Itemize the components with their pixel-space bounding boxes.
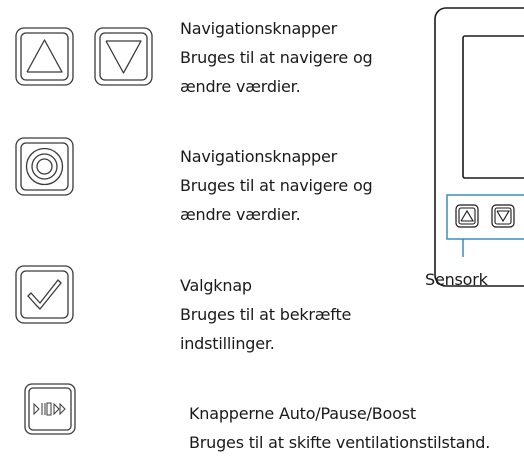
select-button[interactable] [15, 265, 74, 324]
sensor-down-button[interactable] [491, 204, 515, 228]
sensor-up-button[interactable] [455, 204, 479, 228]
legend-line: Bruges til at navigere og [180, 48, 373, 67]
concentric-circle-icon [15, 137, 74, 196]
legend-item-2: Navigationsknapper Bruges til at naviger… [180, 142, 373, 229]
sensor-label: Sensork [425, 270, 488, 289]
legend-item-3: Valgknap Bruges til at bekræfte indstill… [180, 271, 351, 358]
device-illustration [434, 7, 524, 287]
legend-line: Bruges til at skifte ventilationstilstan… [189, 433, 491, 452]
down-arrow-icon [94, 27, 153, 86]
legend-line: Bruges til at bekræfte [180, 305, 352, 324]
legend-title: Knapperne Auto/Pause/Boost [189, 404, 416, 423]
down-button[interactable] [94, 27, 153, 86]
legend-title: Navigationsknapper [180, 147, 337, 166]
legend-title: Valgknap [180, 276, 252, 295]
legend-item-4: Knapperne Auto/Pause/Boost Bruges til at… [189, 399, 490, 457]
up-arrow-icon [460, 209, 474, 222]
legend-line: ændre værdier. [180, 77, 301, 96]
device-screen [462, 35, 524, 179]
legend-title: Navigationsknapper [180, 19, 337, 38]
device-body [434, 7, 524, 287]
auto-pause-boost-button[interactable] [24, 383, 76, 435]
checkmark-icon [15, 265, 74, 324]
legend-line: indstillinger. [180, 334, 275, 353]
down-arrow-icon [496, 210, 510, 223]
legend-item-1: Navigationsknapper Bruges til at naviger… [180, 14, 373, 101]
legend-line: ændre værdier. [180, 205, 301, 224]
up-button[interactable] [15, 27, 74, 86]
auto-pause-boost-icon [24, 383, 76, 435]
up-arrow-icon [15, 27, 74, 86]
legend-line: Bruges til at navigere og [180, 176, 373, 195]
center-button[interactable] [15, 137, 74, 196]
